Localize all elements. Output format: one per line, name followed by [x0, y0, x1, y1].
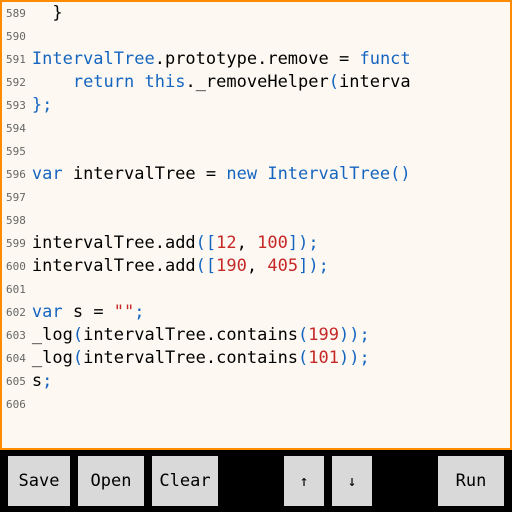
editor-scroll[interactable]: 5895905915925935945955965975985996006016…: [2, 2, 510, 448]
code-line[interactable]: var s = "";: [32, 301, 411, 324]
line-number: 589: [6, 2, 26, 25]
line-number: 605: [6, 370, 26, 393]
scroll-up-button[interactable]: ↑: [284, 456, 324, 506]
line-number: 606: [6, 393, 26, 416]
line-number: 590: [6, 25, 26, 48]
run-button[interactable]: Run: [438, 456, 504, 506]
editor-frame: 5895905915925935945955965975985996006016…: [0, 0, 512, 450]
line-number-gutter: 5895905915925935945955965975985996006016…: [2, 2, 32, 416]
code-line[interactable]: intervalTree.add([12, 100]);: [32, 232, 411, 255]
code-line[interactable]: intervalTree.add([190, 405]);: [32, 255, 411, 278]
line-number: 591: [6, 48, 26, 71]
app-root: 5895905915925935945955965975985996006016…: [0, 0, 512, 512]
save-button[interactable]: Save: [8, 456, 70, 506]
line-number: 597: [6, 186, 26, 209]
line-number: 600: [6, 255, 26, 278]
open-button[interactable]: Open: [78, 456, 144, 506]
line-number: 593: [6, 94, 26, 117]
line-number: 601: [6, 278, 26, 301]
line-number: 592: [6, 71, 26, 94]
toolbar: Save Open Clear ↑ ↓ Run: [0, 450, 512, 512]
code-line[interactable]: var intervalTree = new IntervalTree(): [32, 163, 411, 186]
line-number: 604: [6, 347, 26, 370]
code-line[interactable]: [32, 117, 411, 140]
line-number: 599: [6, 232, 26, 255]
code-line[interactable]: [32, 186, 411, 209]
code-line[interactable]: _log(intervalTree.contains(101));: [32, 347, 411, 370]
clear-button[interactable]: Clear: [152, 456, 218, 506]
code-line[interactable]: };: [32, 94, 411, 117]
line-number: 595: [6, 140, 26, 163]
code-area[interactable]: 5895905915925935945955965975985996006016…: [2, 2, 510, 416]
code-line[interactable]: [32, 140, 411, 163]
code-line[interactable]: [32, 278, 411, 301]
code-line[interactable]: [32, 393, 411, 416]
line-number: 603: [6, 324, 26, 347]
code-line[interactable]: [32, 25, 411, 48]
line-number: 602: [6, 301, 26, 324]
code-text[interactable]: } IntervalTree.prototype.remove = funct …: [32, 2, 411, 416]
line-number: 596: [6, 163, 26, 186]
code-line[interactable]: }: [32, 2, 411, 25]
code-line[interactable]: IntervalTree.prototype.remove = funct: [32, 48, 411, 71]
code-line[interactable]: return this._removeHelper(interva: [32, 71, 411, 94]
scroll-down-button[interactable]: ↓: [332, 456, 372, 506]
code-line[interactable]: [32, 209, 411, 232]
line-number: 598: [6, 209, 26, 232]
code-line[interactable]: _log(intervalTree.contains(199));: [32, 324, 411, 347]
line-number: 594: [6, 117, 26, 140]
code-line[interactable]: s;: [32, 370, 411, 393]
